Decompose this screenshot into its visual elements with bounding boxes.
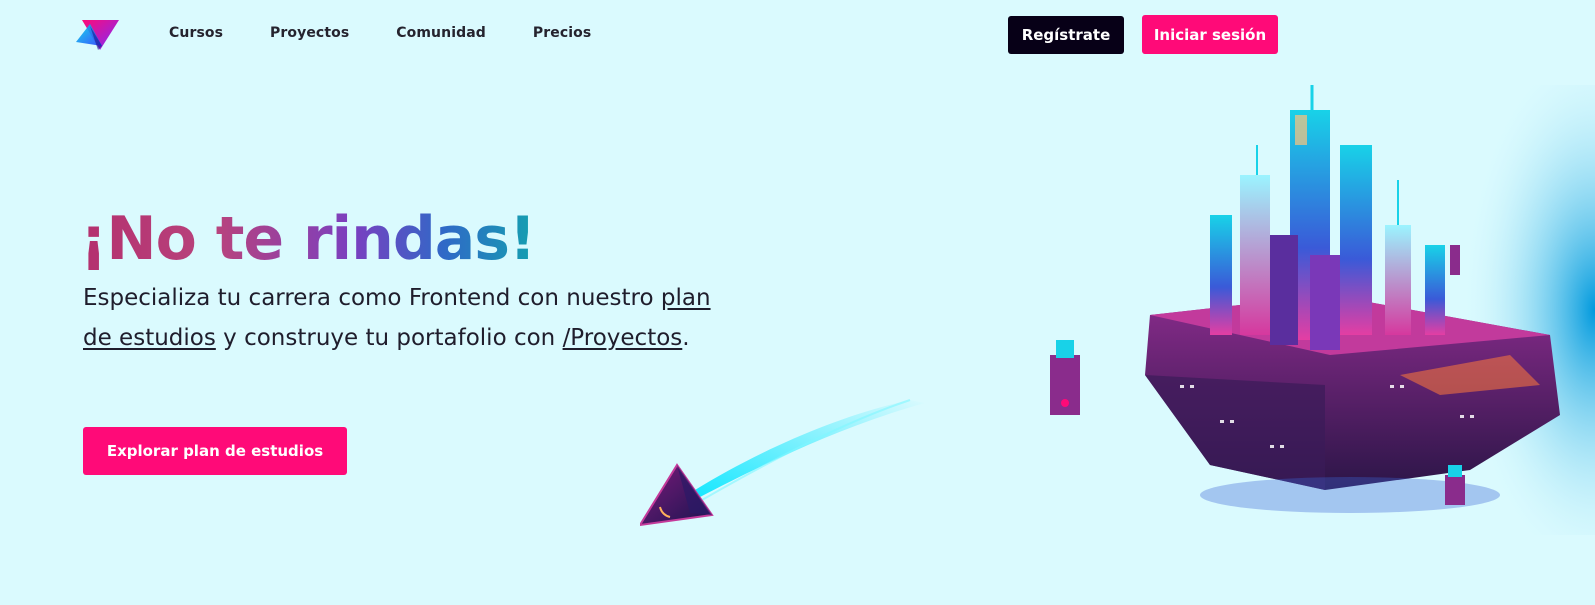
hero-text-part-3: . [682, 325, 690, 351]
projects-link[interactable]: /Proyectos [563, 325, 683, 351]
nav-link-cursos[interactable]: Cursos [169, 25, 223, 41]
nav-link-proyectos[interactable]: Proyectos [270, 25, 349, 41]
floating-city-island-illustration [1050, 85, 1595, 535]
login-button[interactable]: Iniciar sesión [1142, 15, 1278, 54]
hero-description: Especializa tu carrera como Frontend con… [83, 278, 723, 358]
nav-links: Cursos Proyectos Comunidad Precios [169, 25, 638, 41]
hero-text-part-1: Especializa tu carrera como Frontend con… [83, 285, 661, 311]
hero-title: ¡No te rindas! [80, 204, 536, 274]
nav-link-comunidad[interactable]: Comunidad [396, 25, 486, 41]
logo-icon[interactable] [76, 18, 120, 52]
flying-triangle-ship-icon [640, 399, 925, 527]
hero-text-part-2: y construye tu portafolio con [215, 325, 563, 351]
register-button[interactable]: Regístrate [1008, 16, 1124, 54]
nav-link-precios[interactable]: Precios [533, 25, 591, 41]
explore-study-plan-button[interactable]: Explorar plan de estudios [83, 427, 347, 475]
top-nav: Cursos Proyectos Comunidad Precios Regís… [0, 0, 1595, 70]
